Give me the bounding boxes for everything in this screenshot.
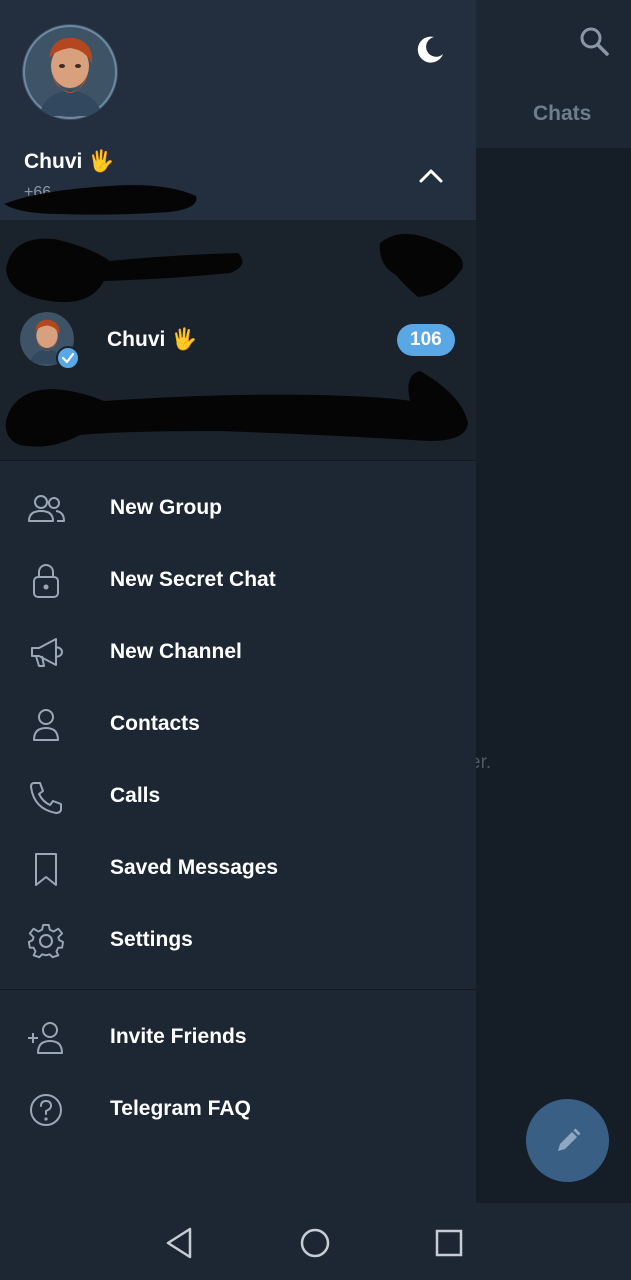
drawer-header: Chuvi 🖐 +66 — [0, 0, 476, 220]
gear-icon — [27, 923, 65, 959]
avatar[interactable] — [22, 24, 118, 120]
system-navigation-bar — [0, 1203, 631, 1280]
phone-icon — [30, 782, 62, 814]
navigation-drawer: Chuvi 🖐 +66 Chuvi 🖐 106 New Group New Se… — [0, 0, 476, 1203]
menu-item-telegram-faq[interactable]: Telegram FAQ — [0, 1074, 476, 1146]
avatar-image — [22, 24, 118, 120]
menu-item-saved-messages[interactable]: Saved Messages — [0, 833, 476, 905]
recents-square-icon[interactable] — [429, 1223, 469, 1263]
account-row[interactable]: Chuvi 🖐 106 — [0, 300, 476, 380]
menu-label: Telegram FAQ — [110, 1097, 251, 1120]
menu-label: Saved Messages — [110, 856, 279, 879]
menu-item-new-group[interactable]: New Group — [0, 473, 476, 545]
menu-item-invite-friends[interactable]: Invite Friends — [0, 1002, 476, 1074]
menu-label: New Secret Chat — [110, 568, 276, 591]
compose-button[interactable] — [526, 1099, 609, 1182]
tab-chats[interactable]: Chats — [533, 102, 591, 126]
account-name: Chuvi 🖐 — [107, 328, 198, 351]
menu-label: New Group — [110, 496, 223, 519]
menu-item-calls[interactable]: Calls — [0, 761, 476, 833]
help-circle-icon — [30, 1094, 62, 1126]
menu-item-contacts[interactable]: Contacts — [0, 689, 476, 761]
menu-label: Calls — [110, 784, 161, 807]
redaction-scribble — [6, 233, 463, 303]
menu-label: Settings — [110, 928, 193, 951]
divider — [0, 989, 476, 990]
checkmark-icon — [56, 346, 80, 370]
menu-label: Invite Friends — [110, 1025, 247, 1048]
profile-name: Chuvi 🖐 — [24, 150, 115, 173]
home-circle-icon[interactable] — [295, 1223, 335, 1263]
add-user-icon — [28, 1022, 63, 1054]
lock-icon — [33, 564, 59, 598]
menu-item-new-secret-chat[interactable]: New Secret Chat — [0, 545, 476, 617]
chevron-up-icon[interactable] — [412, 158, 450, 192]
profile-phone: +66 — [24, 184, 52, 201]
menu-label: Contacts — [110, 712, 200, 735]
menu-item-new-channel[interactable]: New Channel — [0, 617, 476, 689]
divider — [0, 460, 476, 461]
user-icon — [33, 709, 59, 741]
back-triangle-icon[interactable] — [160, 1223, 200, 1263]
menu-label: New Channel — [110, 640, 242, 663]
users-icon — [28, 495, 65, 522]
unread-count-badge: 106 — [397, 324, 455, 356]
bookmark-icon — [35, 853, 57, 886]
pencil-icon — [557, 1128, 580, 1151]
moon-icon[interactable] — [410, 30, 448, 68]
menu-item-settings[interactable]: Settings — [0, 905, 476, 977]
megaphone-icon — [31, 638, 64, 667]
search-icon[interactable] — [577, 24, 611, 58]
